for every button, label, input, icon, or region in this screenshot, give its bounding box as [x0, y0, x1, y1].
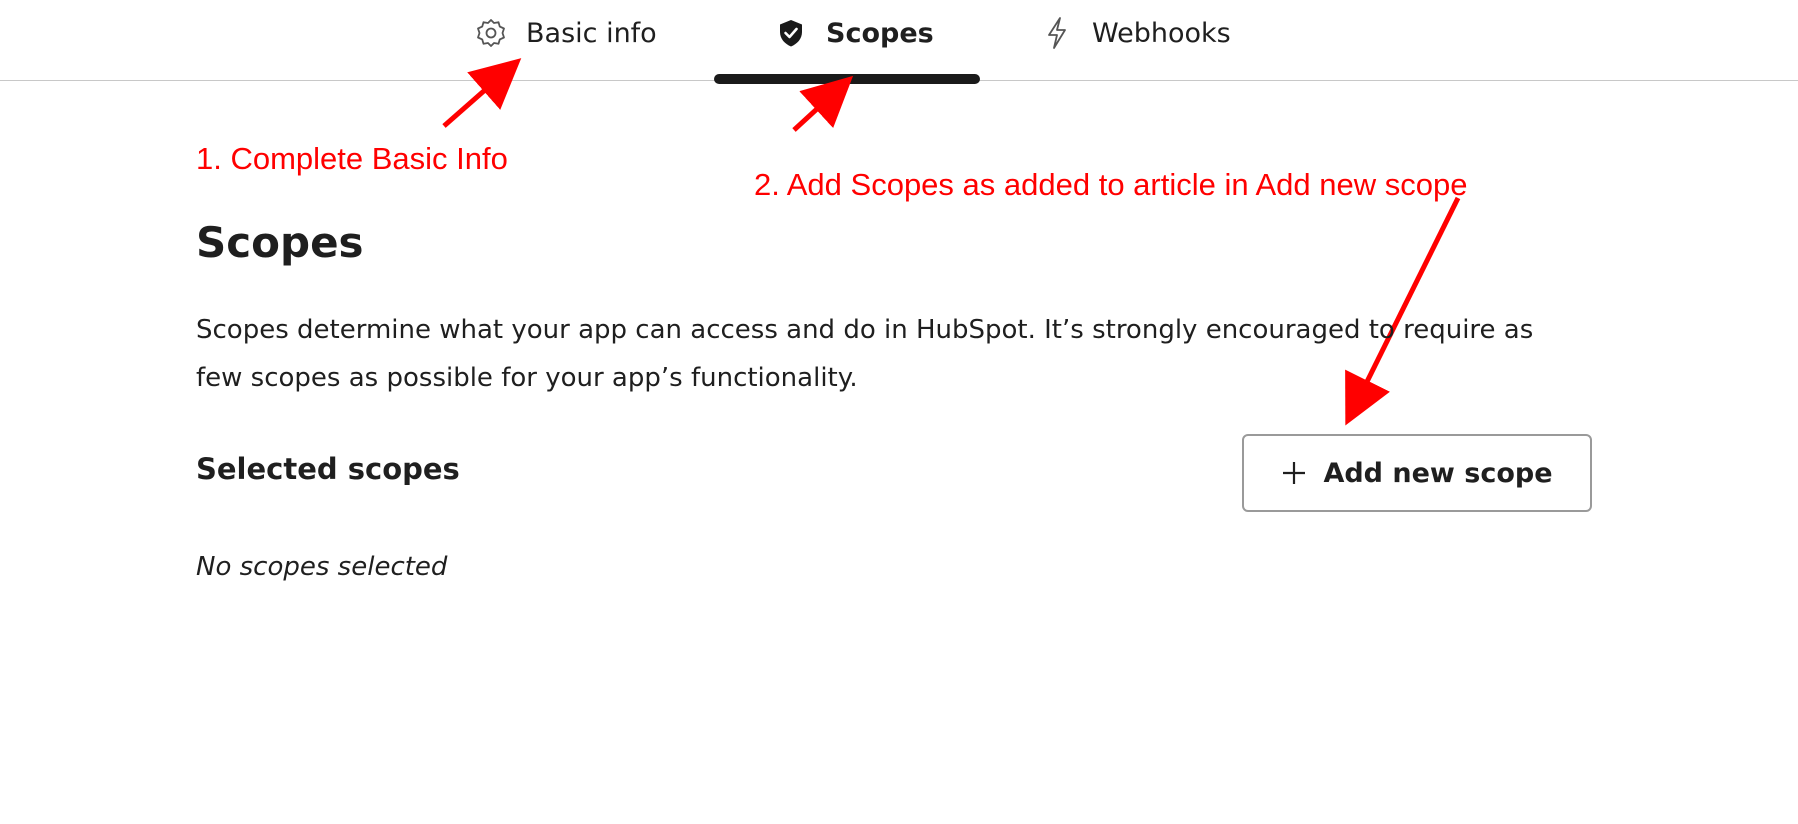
add-new-scope-button[interactable]: Add new scope [1242, 434, 1592, 512]
page-title: Scopes [196, 218, 364, 267]
tab-scopes-label: Scopes [826, 17, 934, 49]
gear-icon [474, 16, 508, 50]
tab-basic-info-label: Basic info [526, 17, 657, 49]
tab-webhooks[interactable]: Webhooks [1040, 0, 1231, 66]
tab-bar: Basic info Scopes Webhooks [0, 0, 1798, 84]
annotation-arrows [442, 58, 1461, 426]
tab-webhooks-label: Webhooks [1092, 17, 1231, 49]
add-new-scope-label: Add new scope [1323, 457, 1553, 489]
annotation-step-2: 2. Add Scopes as added to article in Add… [754, 167, 1468, 202]
annotation-step-1: 1. Complete Basic Info [196, 141, 508, 176]
lightning-icon [1040, 16, 1074, 50]
shield-check-icon [774, 16, 808, 50]
plus-icon [1281, 460, 1307, 486]
selected-scopes-heading: Selected scopes [196, 452, 460, 486]
active-tab-indicator [714, 74, 980, 84]
tab-basic-info[interactable]: Basic info [474, 0, 657, 66]
scopes-description: Scopes determine what your app can acces… [196, 315, 1534, 393]
empty-state-text: No scopes selected [196, 552, 448, 582]
arrow-to-scopes-tab [792, 75, 854, 132]
tab-scopes[interactable]: Scopes [774, 0, 934, 66]
